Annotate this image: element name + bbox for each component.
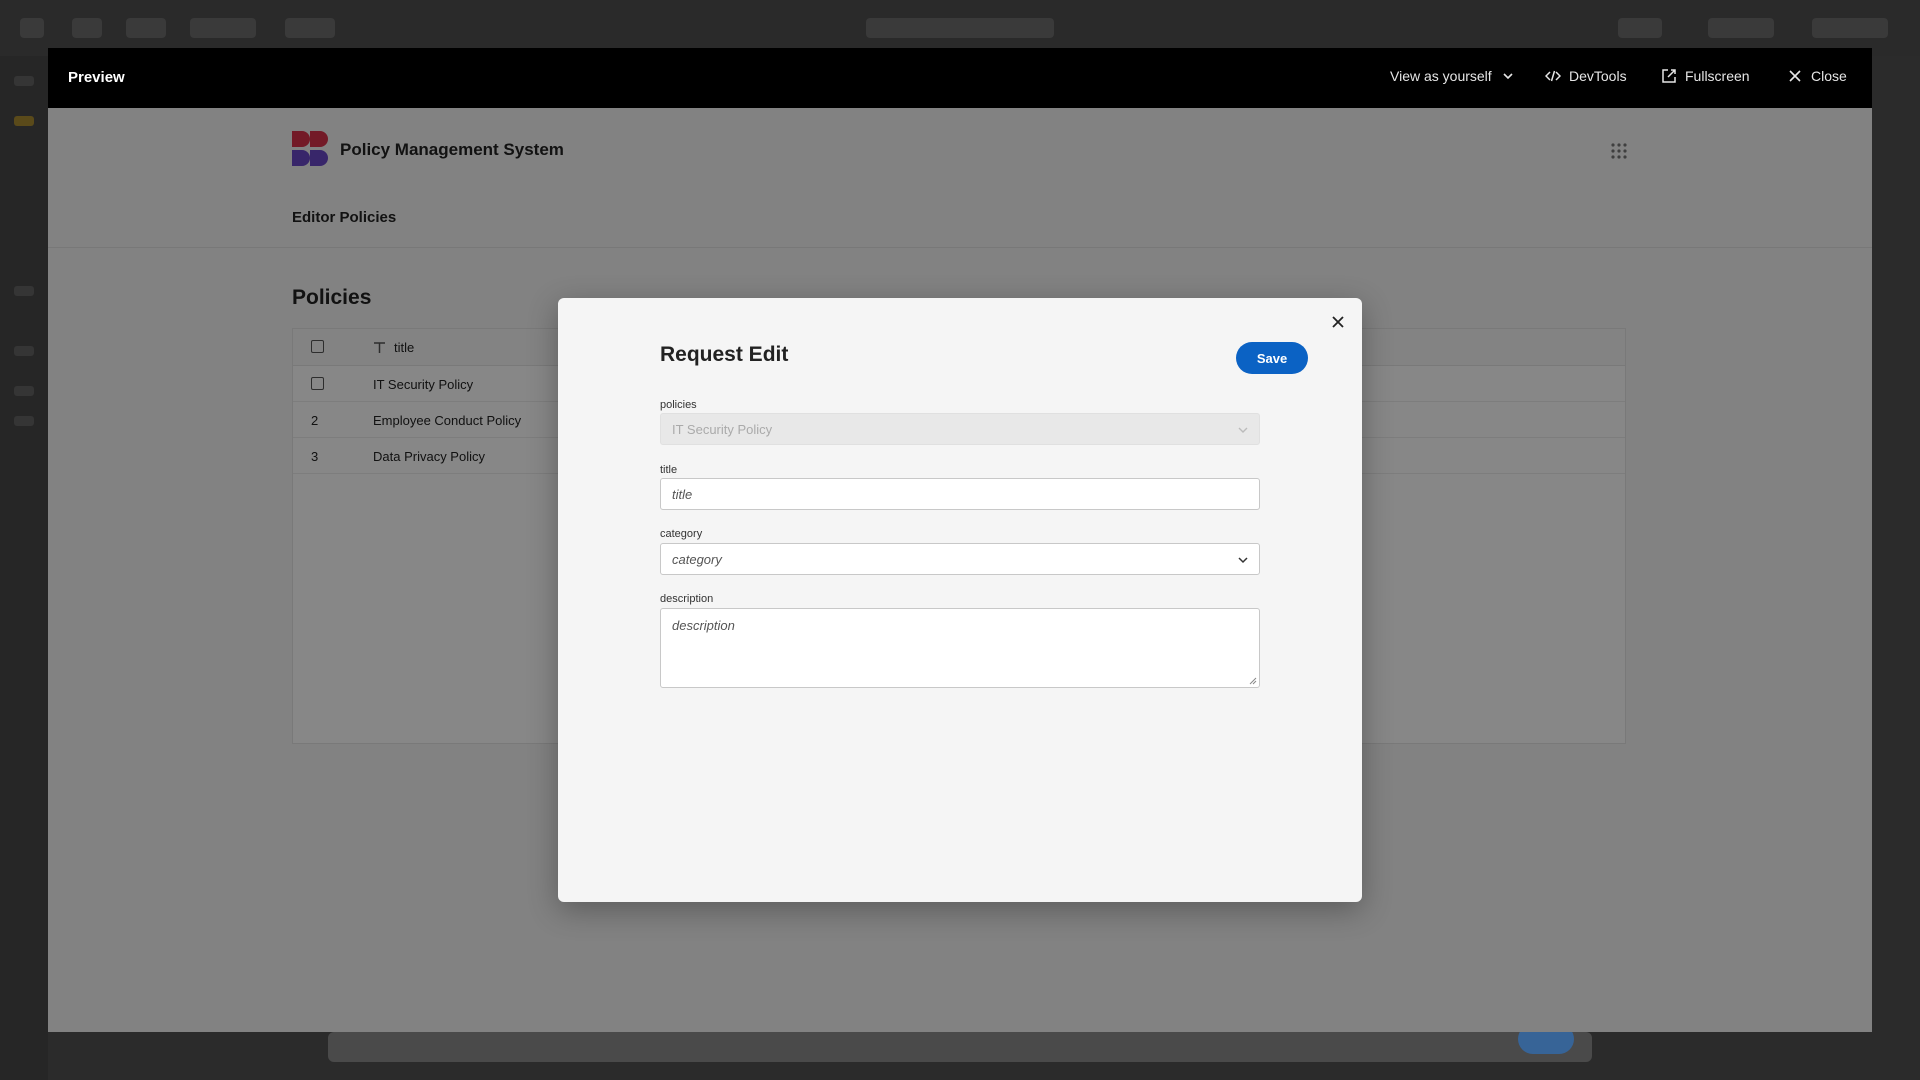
- chevron-down-icon: [1503, 73, 1513, 80]
- request-edit-modal: Request Edit Save policies IT Security P…: [558, 298, 1362, 902]
- title-placeholder: title: [672, 487, 693, 502]
- external-link-icon: [1662, 69, 1676, 83]
- close-icon[interactable]: [1328, 312, 1348, 332]
- devtools-button[interactable]: DevTools: [1545, 68, 1627, 84]
- chevron-down-icon: [1238, 557, 1248, 564]
- builder-sidebar: [0, 56, 48, 1080]
- resize-handle-icon[interactable]: [1249, 677, 1257, 685]
- title-label: title: [660, 464, 678, 476]
- description-placeholder: description: [672, 618, 735, 633]
- view-as-label: View as yourself: [1390, 68, 1492, 84]
- fullscreen-button[interactable]: Fullscreen: [1661, 68, 1750, 84]
- close-label: Close: [1811, 68, 1847, 84]
- category-select[interactable]: category: [660, 543, 1260, 575]
- category-placeholder: category: [672, 552, 722, 567]
- category-label: category: [660, 528, 703, 540]
- app-canvas: Policy Management System Editor Policies…: [48, 108, 1872, 1032]
- policies-value: IT Security Policy: [672, 422, 773, 437]
- preview-window: Preview View as yourself DevTools Fullsc…: [48, 48, 1872, 1032]
- description-textarea[interactable]: description: [660, 608, 1260, 688]
- view-as-dropdown[interactable]: View as yourself: [1390, 68, 1516, 84]
- fullscreen-label: Fullscreen: [1685, 68, 1750, 84]
- close-icon: [1789, 70, 1801, 82]
- policies-select: IT Security Policy: [660, 413, 1260, 445]
- builder-bottom-bar: [328, 1032, 1592, 1062]
- close-preview-button[interactable]: Close: [1787, 68, 1847, 84]
- policies-label: policies: [660, 399, 697, 411]
- code-icon: [1545, 70, 1561, 82]
- chevron-down-icon: [1238, 427, 1248, 433]
- description-label: description: [660, 593, 714, 605]
- save-button[interactable]: Save: [1236, 342, 1308, 374]
- modal-title: Request Edit: [660, 343, 789, 366]
- devtools-label: DevTools: [1569, 68, 1627, 84]
- preview-header: Preview View as yourself DevTools Fullsc…: [48, 48, 1872, 108]
- preview-title: Preview: [68, 69, 125, 86]
- title-input[interactable]: title: [660, 478, 1260, 510]
